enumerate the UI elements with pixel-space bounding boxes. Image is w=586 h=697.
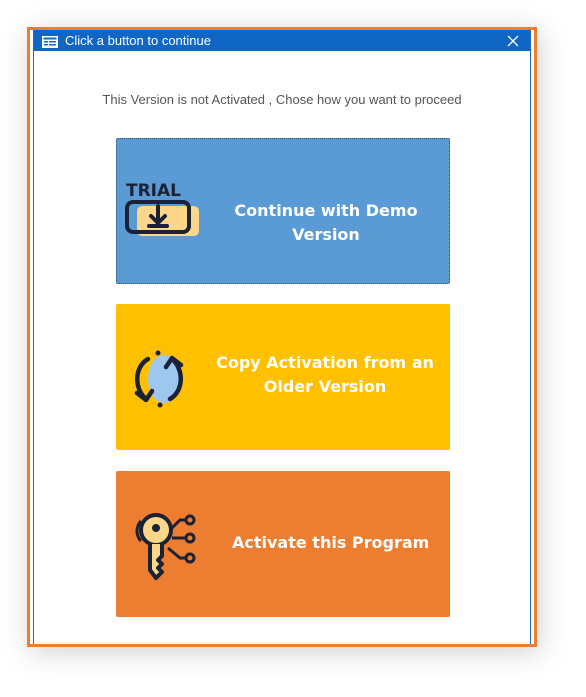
continue-demo-label: Continue with Demo Version (234, 201, 418, 244)
form-icon (42, 35, 58, 48)
trial-download-icon: TRIAL (123, 176, 199, 252)
activation-message: This Version is not Activated , Chose ho… (102, 92, 462, 107)
copy-activation-button[interactable]: Copy Activation from an Older Version (116, 304, 450, 450)
sync-icon (122, 341, 198, 417)
dialog-frame: Click a button to continue This Version … (27, 27, 537, 647)
activate-program-button[interactable]: Activate this Program (116, 471, 450, 617)
window-title: Click a button to continue (65, 33, 211, 48)
continue-demo-button[interactable]: TRIAL Continue with Demo Version (116, 138, 450, 284)
copy-activation-label: Copy Activation from an Older Version (216, 351, 434, 399)
copy-activation-line2: Older Version (263, 377, 387, 396)
close-icon (507, 35, 519, 46)
title-bar[interactable]: Click a button to continue (34, 30, 530, 51)
activate-program-label: Activate this Program (232, 533, 430, 552)
close-button[interactable] (496, 30, 530, 51)
dialog-window: Click a button to continue This Version … (33, 30, 531, 644)
digital-key-icon (122, 508, 198, 584)
copy-activation-line1: Copy Activation from an (216, 353, 434, 372)
trial-icon-text: TRIAL (126, 181, 181, 201)
